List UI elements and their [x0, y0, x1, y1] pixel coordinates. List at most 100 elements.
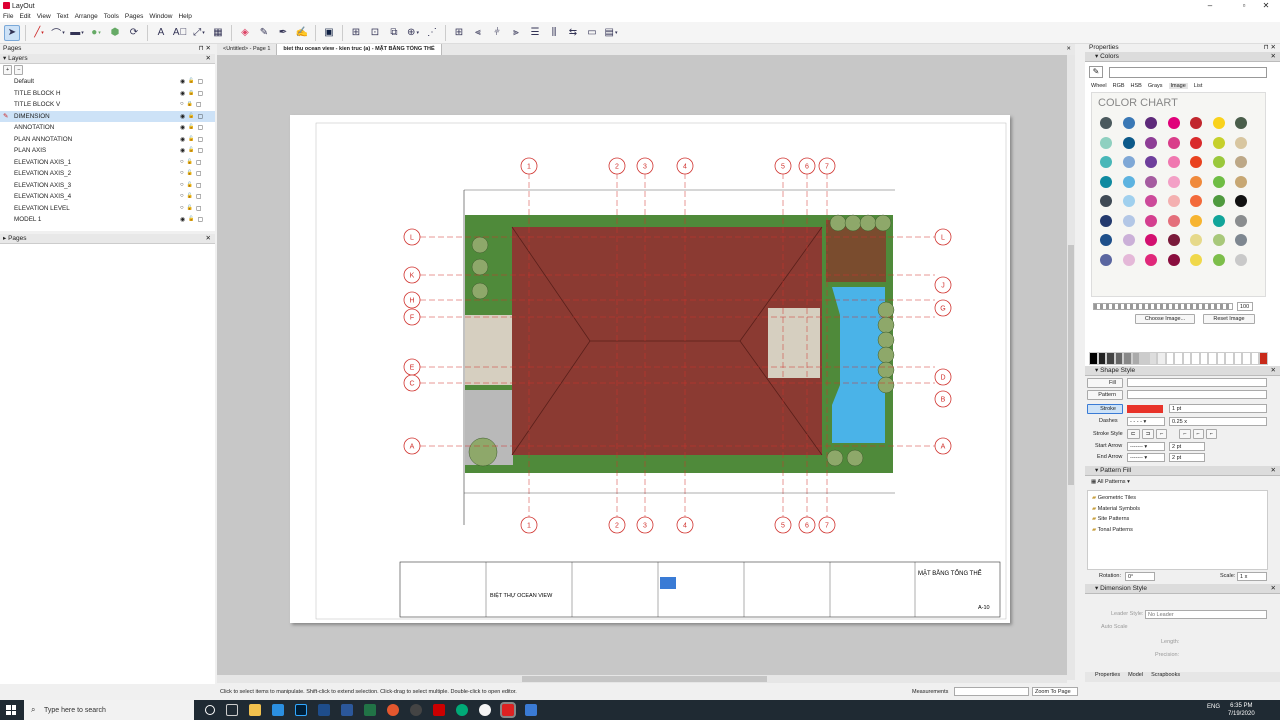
recent-color-swatch[interactable] — [1216, 352, 1225, 365]
layer-row[interactable]: TITLE BLOCK H ◉ 🔒 ▢ — [0, 88, 215, 100]
recent-color-swatch[interactable] — [1259, 352, 1268, 365]
color-swatch[interactable] — [1235, 175, 1247, 188]
layer-row[interactable]: PLAN AXIS ◉ 🔓 ▢ — [0, 145, 215, 157]
app-icon[interactable] — [387, 704, 399, 716]
lock-icon[interactable]: 🔓 — [187, 170, 193, 177]
color-swatch[interactable] — [1100, 234, 1112, 246]
color-swatch[interactable] — [1212, 214, 1225, 227]
color-swatch[interactable] — [1190, 156, 1202, 168]
recent-color-swatch[interactable] — [1089, 352, 1098, 365]
lock-icon[interactable]: 🔓 — [188, 124, 194, 131]
recent-color-swatch[interactable] — [1148, 352, 1157, 365]
offset-tool-icon[interactable]: ⟳ — [126, 25, 142, 41]
lock-icon[interactable]: 🔓 — [187, 193, 193, 200]
zoom-icon[interactable]: ⊕ ▾ — [405, 25, 421, 41]
color-swatch[interactable] — [1100, 175, 1112, 188]
clock[interactable]: 6:35 PM 7/19/2020 — [1228, 702, 1255, 718]
color-swatch[interactable] — [1235, 214, 1247, 227]
task-view-icon[interactable] — [226, 704, 238, 716]
layer-row[interactable]: ELEVATION AXIS_3 ○ 🔓 ▢ — [0, 180, 215, 192]
remove-layer-button[interactable]: − — [14, 65, 24, 75]
circle-tool-icon[interactable]: ● ▾ — [88, 25, 104, 41]
color-swatch[interactable] — [1122, 136, 1135, 149]
color-swatch[interactable] — [1212, 136, 1225, 149]
share-icon[interactable]: ▢ — [196, 182, 202, 189]
color-swatch[interactable] — [1235, 136, 1247, 149]
color-swatch[interactable] — [1100, 117, 1112, 129]
eraser-tool-icon[interactable]: ◈ — [237, 25, 253, 41]
lock-icon[interactable]: 🔓 — [187, 205, 193, 212]
tab-model[interactable]: Model — [1128, 672, 1143, 682]
shape-style-header[interactable]: ▾ Shape Style ✕ — [1085, 366, 1280, 376]
color-swatch[interactable] — [1145, 234, 1157, 246]
file-explorer-icon[interactable] — [249, 704, 261, 716]
text-tool-icon[interactable]: A — [153, 25, 169, 41]
color-swatch[interactable] — [1167, 156, 1180, 168]
color-swatch[interactable] — [1190, 136, 1202, 149]
color-swatch[interactable] — [1167, 234, 1180, 246]
share-icon[interactable]: ▢ — [196, 205, 202, 212]
leader-style-select[interactable]: No Leader — [1145, 610, 1267, 619]
vertical-scrollbar[interactable] — [1067, 55, 1075, 680]
zoom-select[interactable]: Zoom To Page — [1032, 687, 1078, 696]
cortana-icon[interactable] — [205, 705, 215, 715]
dimension-style-header[interactable]: ▾ Dimension Style ✕ — [1085, 584, 1280, 594]
share-icon[interactable]: ▢ — [197, 216, 203, 223]
lock-icon[interactable]: 🔒 — [187, 101, 193, 108]
flip-icon[interactable]: ⇆ — [565, 25, 581, 41]
share-icon[interactable]: ▢ — [197, 78, 203, 85]
group-icon[interactable]: ▭ — [584, 25, 600, 41]
dimension-tool-icon[interactable]: ⤢ ▾ — [191, 25, 207, 41]
dashes-select[interactable]: - - - - ▾ — [1127, 417, 1165, 426]
polygon-tool-icon[interactable]: ⬢ — [107, 25, 123, 41]
recent-colors[interactable] — [1085, 352, 1280, 366]
color-swatch[interactable] — [1145, 253, 1157, 266]
recent-color-swatch[interactable] — [1165, 352, 1174, 365]
color-swatch[interactable] — [1190, 253, 1202, 266]
layer-row[interactable]: ✎ DIMENSION ◉ 🔓 ▢ — [0, 110, 215, 122]
color-swatch[interactable] — [1167, 117, 1180, 129]
add-layer-button[interactable]: + — [3, 65, 13, 75]
tab-biet-thu[interactable]: biet thu ocean view - kien truc (a) - MẶ… — [277, 44, 442, 55]
paper-sheet[interactable]: 1 1 2 2 3 3 4 4 5 5 6 6 7 7 L K H F E C A L J G D B A BIỆT THỰ OCE… — [290, 115, 1010, 623]
color-swatch[interactable] — [1122, 234, 1135, 246]
menu-file[interactable]: File — [3, 12, 13, 22]
recent-color-swatch[interactable] — [1097, 352, 1106, 365]
pattern-fill-header[interactable]: ▾ Pattern Fill ✕ — [1085, 466, 1280, 476]
color-swatch[interactable] — [1167, 175, 1180, 188]
recent-color-swatch[interactable] — [1225, 352, 1234, 365]
share-icon[interactable]: ▢ — [197, 113, 203, 120]
eye-icon[interactable]: ◉ — [180, 78, 185, 85]
recent-color-swatch[interactable] — [1250, 352, 1259, 365]
menu-tools[interactable]: Tools — [104, 12, 119, 22]
layer-row[interactable]: PLAN ANNOTATION ◉ 🔓 ▢ — [0, 134, 215, 146]
layer-row[interactable]: ELEVATION AXIS_1 ○ 🔓 ▢ — [0, 157, 215, 169]
share-icon[interactable]: ▢ — [197, 90, 203, 97]
windows-start-icon[interactable] — [6, 705, 16, 715]
share-icon[interactable]: ▢ — [196, 101, 202, 108]
color-swatch[interactable] — [1122, 195, 1135, 207]
recent-color-swatch[interactable] — [1106, 352, 1115, 365]
color-swatch[interactable] — [1212, 195, 1225, 207]
close-icon[interactable]: ✕ — [206, 54, 211, 64]
pattern-folder[interactable]: ▰ Material Symbols — [1092, 504, 1263, 515]
color-swatch[interactable] — [1122, 156, 1135, 168]
table-tool-icon[interactable]: ▦ — [210, 25, 226, 41]
color-swatch[interactable] — [1145, 195, 1157, 207]
grid-icon[interactable]: ⊞ — [451, 25, 467, 41]
browser-icon[interactable] — [456, 704, 468, 716]
color-swatch[interactable] — [1122, 175, 1135, 188]
color-swatch[interactable] — [1190, 175, 1202, 188]
join-icon[interactable]: ⌐ — [1192, 429, 1204, 439]
scroll-thumb[interactable] — [522, 676, 767, 682]
join-icon[interactable]: ⌐ — [1156, 429, 1168, 439]
color-tab[interactable]: RGB — [1113, 83, 1125, 89]
pattern-folder[interactable]: ▰ Geometric Tiles — [1092, 493, 1263, 504]
start-arrow-select[interactable]: ------- ▾ — [1127, 442, 1165, 451]
color-swatch[interactable] — [1145, 136, 1157, 149]
choose-image-button[interactable]: Choose Image... — [1135, 314, 1195, 324]
color-swatch[interactable] — [1167, 214, 1180, 227]
color-swatch[interactable] — [1235, 253, 1247, 266]
end-arrow-select[interactable]: ------- ▾ — [1127, 453, 1165, 462]
color-swatch[interactable] — [1167, 136, 1180, 149]
